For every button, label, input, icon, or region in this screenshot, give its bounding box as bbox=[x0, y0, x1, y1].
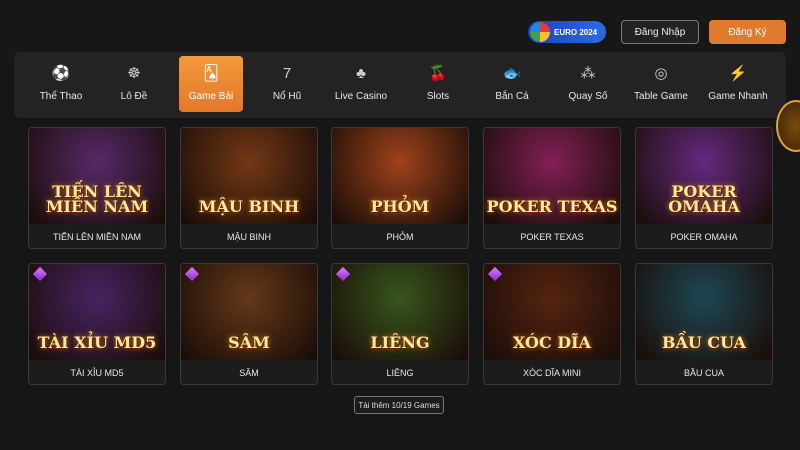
seven-icon: 7 bbox=[282, 65, 292, 82]
game-card[interactable]: MẬU BINH MẬU BINH bbox=[180, 127, 318, 249]
game-card[interactable]: SÂM SÂM bbox=[180, 263, 318, 385]
game-card[interactable]: PHỎM PHỎM bbox=[331, 127, 469, 249]
nav-item-nổ-hũ[interactable]: 7 Nổ Hũ bbox=[255, 56, 319, 112]
game-thumbnail[interactable]: SÂM bbox=[181, 264, 317, 360]
diamond-icon bbox=[184, 266, 200, 282]
game-thumbnail[interactable]: TIẾN LÊN MIỀN NAM bbox=[29, 128, 165, 224]
diamond-icon bbox=[487, 266, 503, 282]
nav-item-game-bài[interactable]: 🂡 Game Bài bbox=[179, 56, 243, 112]
game-logo-text: SÂM bbox=[228, 333, 270, 352]
fish-icon: 🐟 bbox=[502, 65, 522, 82]
game-card[interactable]: POKER OMAHA POKER OMAHA bbox=[635, 127, 773, 249]
game-title: BẦU CUA bbox=[683, 367, 724, 378]
game-card[interactable]: BẦU CUA BẦU CUA bbox=[635, 263, 773, 385]
nav-item-label: Nổ Hũ bbox=[272, 91, 302, 102]
nav-item-label: Lô Đề bbox=[120, 91, 148, 102]
lightning-icon: ⚡ bbox=[728, 65, 748, 82]
game-logo-text: POKER TEXAS bbox=[486, 197, 618, 216]
balls-icon: ⁂ bbox=[580, 65, 596, 82]
nav-item-label: Live Casino bbox=[334, 91, 388, 102]
category-nav: ⚽ Thể Thao ☸ Lô Đề 🂡 Game Bài 7 Nổ Hũ ♣ Live Casi… bbox=[14, 52, 786, 118]
game-logo-text: MẬU BINH bbox=[198, 197, 300, 216]
game-logo-text: TIẾN LÊN MIỀN NAM bbox=[45, 182, 149, 216]
nav-item-thể-thao[interactable]: ⚽ Thể Thao bbox=[29, 56, 93, 112]
game-title: POKER OMAHA bbox=[670, 231, 738, 242]
cherries-icon: 🍒 bbox=[428, 65, 448, 82]
nav-item-label: Bắn Cá bbox=[495, 91, 529, 102]
game-thumbnail[interactable]: POKER TEXAS bbox=[484, 128, 620, 224]
game-logo-text: PHỎM bbox=[370, 197, 430, 216]
game-title: MẬU BINH bbox=[226, 231, 271, 242]
game-title: SÂM bbox=[239, 367, 259, 378]
chip-icon: ◎ bbox=[654, 65, 668, 82]
nav-item-game-nhanh[interactable]: ⚡ Game Nhanh bbox=[706, 56, 770, 112]
club-icon: ♣ bbox=[356, 65, 366, 82]
game-title: POKER TEXAS bbox=[520, 231, 584, 242]
nav-item-label: Game Nhanh bbox=[708, 91, 768, 102]
euro-logo-icon bbox=[530, 22, 550, 42]
game-logo-text: LIÊNG bbox=[370, 333, 430, 352]
game-thumbnail[interactable]: PHỎM bbox=[332, 128, 468, 224]
game-thumbnail[interactable]: POKER OMAHA bbox=[636, 128, 772, 224]
nav-item-table-game[interactable]: ◎ Table Game bbox=[629, 56, 693, 112]
game-thumbnail[interactable]: BẦU CUA bbox=[636, 264, 772, 360]
nav-item-live-casino[interactable]: ♣ Live Casino bbox=[329, 56, 393, 112]
game-thumbnail[interactable]: MẬU BINH bbox=[181, 128, 317, 224]
lottery-wheel-icon: ☸ bbox=[127, 65, 141, 82]
register-button[interactable]: Đăng Ký bbox=[709, 20, 786, 44]
login-button[interactable]: Đăng Nhập bbox=[621, 20, 699, 44]
nav-item-label: Quay Số bbox=[568, 91, 608, 102]
nav-item-label: Table Game bbox=[634, 91, 688, 102]
game-title: PHỎM bbox=[386, 231, 414, 242]
game-card[interactable]: XÓC DĨA XÓC DĨA MINI bbox=[483, 263, 621, 385]
diamond-icon bbox=[335, 266, 351, 282]
game-thumbnail[interactable]: XÓC DĨA bbox=[484, 264, 620, 360]
game-title: TIẾN LÊN MIỀN NAM bbox=[52, 231, 141, 242]
soccer-ball-icon: ⚽ bbox=[51, 65, 71, 82]
playing-cards-icon: 🂡 bbox=[203, 65, 219, 82]
game-card[interactable]: LIÊNG LIÊNG bbox=[331, 263, 469, 385]
nav-item-label: Game Bài bbox=[188, 91, 234, 102]
game-logo-text: XÓC DĨA bbox=[512, 333, 592, 352]
euro-badge-label: EURO 2024 bbox=[554, 27, 598, 37]
load-more-button[interactable]: Tải thêm 10/19 Games bbox=[354, 396, 444, 414]
nav-item-bắn-cá[interactable]: 🐟 Bắn Cá bbox=[480, 56, 544, 112]
nav-item-label: Thể Thao bbox=[39, 91, 83, 102]
game-title: TÀI XỈU MD5 bbox=[70, 367, 124, 378]
game-card[interactable]: TÀI XỈU MD5 TÀI XỈU MD5 bbox=[28, 263, 166, 385]
euro-2024-badge[interactable]: EURO 2024 bbox=[528, 21, 606, 43]
nav-item-quay-số[interactable]: ⁂ Quay Số bbox=[556, 56, 620, 112]
game-title: XÓC DĨA MINI bbox=[522, 367, 581, 378]
game-card[interactable]: TIẾN LÊN MIỀN NAM TIẾN LÊN MIỀN NAM bbox=[28, 127, 166, 249]
game-thumbnail[interactable]: TÀI XỈU MD5 bbox=[29, 264, 165, 360]
nav-item-lô-đề[interactable]: ☸ Lô Đề bbox=[102, 56, 166, 112]
game-title: LIÊNG bbox=[386, 367, 414, 378]
game-logo-text: BẦU CUA bbox=[661, 333, 747, 352]
game-card[interactable]: POKER TEXAS POKER TEXAS bbox=[483, 127, 621, 249]
nav-item-slots[interactable]: 🍒 Slots bbox=[406, 56, 470, 112]
diamond-icon bbox=[32, 266, 48, 282]
game-thumbnail[interactable]: LIÊNG bbox=[332, 264, 468, 360]
game-logo-text: TÀI XỈU MD5 bbox=[37, 333, 157, 352]
nav-item-label: Slots bbox=[426, 91, 450, 102]
game-logo-text: POKER OMAHA bbox=[668, 182, 740, 216]
